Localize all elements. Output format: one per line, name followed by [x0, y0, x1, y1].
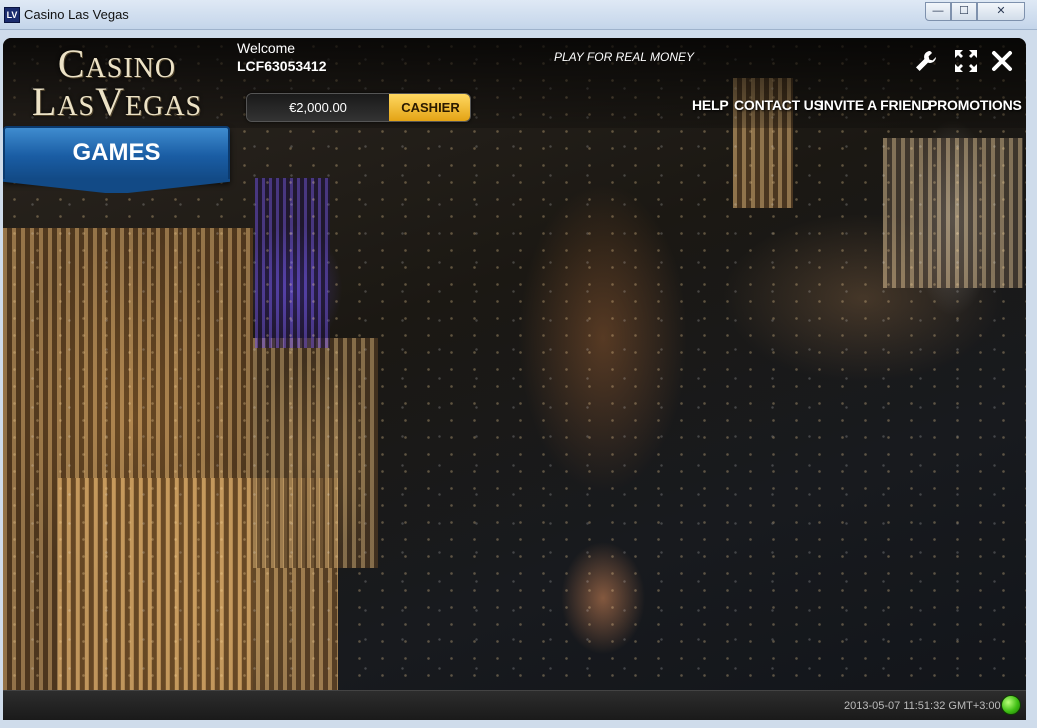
- status-bar: 2013-05-07 11:51:32 GMT+3:00: [3, 690, 1026, 720]
- casino-logo: Casino LasVegas: [17, 41, 217, 124]
- logo-line-1: Casino: [57, 41, 177, 86]
- welcome-label: Welcome: [237, 40, 296, 56]
- connection-status-icon: [1001, 695, 1021, 715]
- status-timestamp: 2013-05-07 11:51:32 GMT+3:00: [844, 700, 1001, 712]
- username: LCF63053412: [237, 58, 327, 74]
- app-icon: LV: [4, 7, 20, 23]
- play-for-real-money-link[interactable]: PLAY FOR REAL MONEY: [554, 50, 694, 64]
- wrench-icon[interactable]: [913, 48, 939, 74]
- casino-client: Casino LasVegas Welcome LCF63053412 €2,0…: [3, 38, 1026, 720]
- nav-help[interactable]: HELP: [692, 97, 729, 113]
- minimize-button[interactable]: —: [925, 2, 951, 21]
- nav-promotions[interactable]: PROMOTIONS: [928, 97, 1022, 113]
- nav-invite-a-friend[interactable]: INVITE A FRIEND: [820, 97, 931, 113]
- cashier-button[interactable]: CASHIER: [389, 94, 470, 121]
- games-tab[interactable]: GAMES: [3, 126, 230, 181]
- maximize-button[interactable]: ☐: [951, 2, 977, 21]
- window-close-button[interactable]: ✕: [977, 2, 1025, 21]
- window-titlebar[interactable]: LV Casino Las Vegas — ☐ ✕: [0, 0, 1037, 30]
- fullscreen-icon[interactable]: [953, 48, 979, 74]
- window-title: Casino Las Vegas: [24, 7, 129, 22]
- close-icon[interactable]: [989, 48, 1015, 74]
- balance-box: €2,000.00 CASHIER: [246, 93, 471, 122]
- nav-contact-us[interactable]: CONTACT US: [734, 97, 823, 113]
- logo-line-2: LasVegas: [31, 79, 203, 124]
- balance-value: €2,000.00: [247, 94, 389, 121]
